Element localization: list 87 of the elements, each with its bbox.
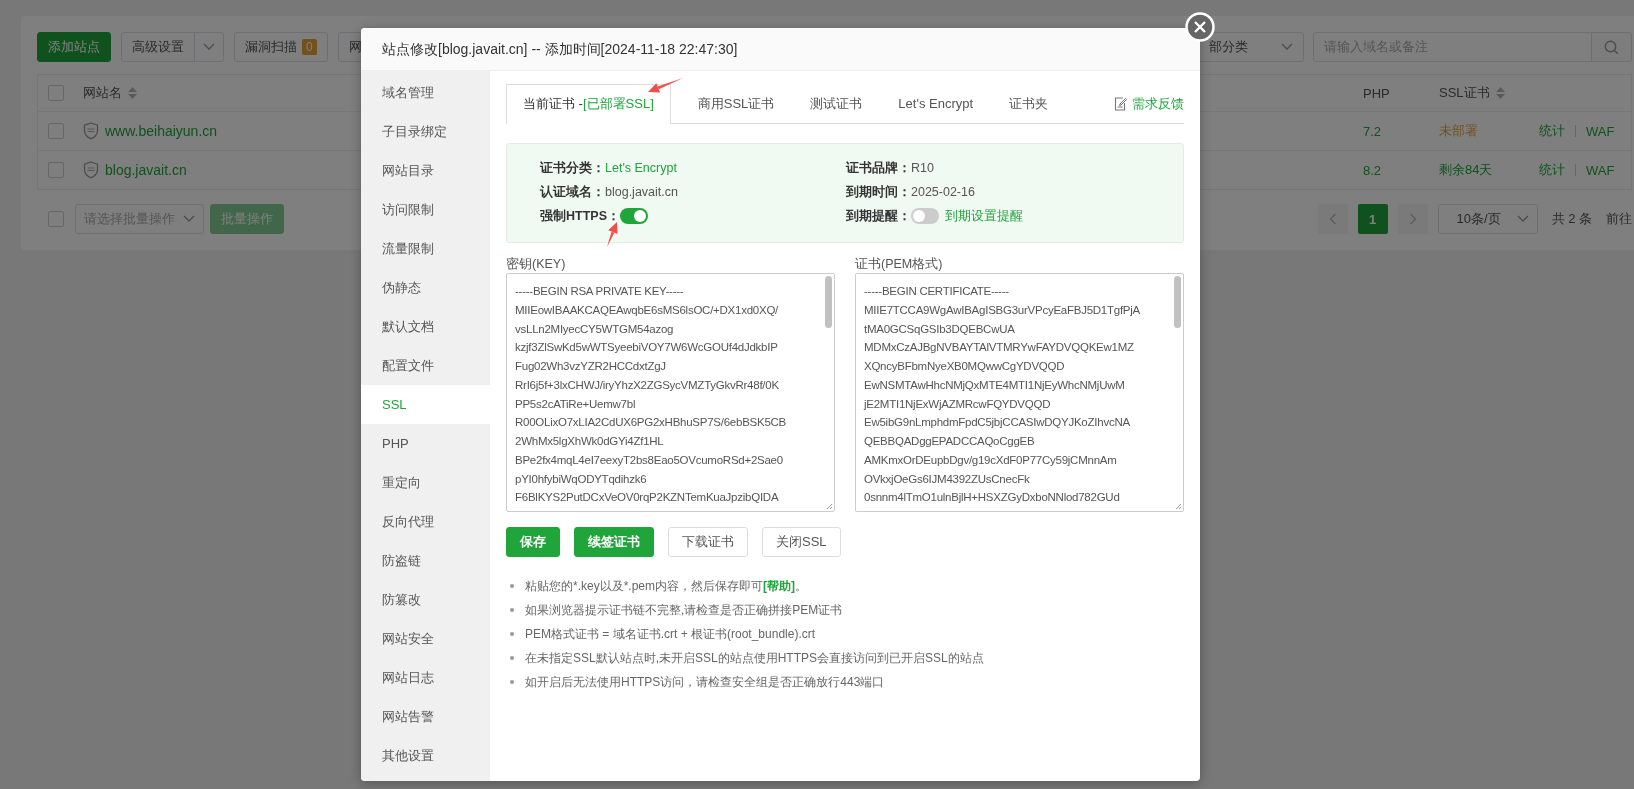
field-label: 认证域名： — [540, 183, 605, 201]
feedback-link[interactable]: 需求反馈 — [1114, 95, 1184, 113]
sidebar-item[interactable]: SSL — [361, 385, 490, 424]
resize-grip-icon[interactable] — [826, 503, 833, 510]
field-value: 2025-02-16 — [911, 185, 975, 199]
note-text: 粘贴您的*.key以及*.pem内容，然后保存即可[帮助]。 — [525, 578, 808, 595]
field-label: 到期提醒： — [846, 207, 911, 225]
tab[interactable]: 当前证书 -[已部署SSL] — [506, 84, 671, 124]
toggle-switch[interactable] — [911, 208, 939, 224]
bullet-icon — [510, 608, 514, 612]
note-text: 如开启后无法使用HTTPS访问，请检查安全组是否正确放行443端口 — [525, 674, 885, 691]
tab[interactable]: 商用SSL证书 — [684, 84, 788, 123]
certificate-field[interactable]: -----BEGIN CERTIFICATE----- MIIE7TCCA9WgAwIBAgISBG3urVPcyEaFBJ5D1TgfPjA tMA0GCSqGSIb3DQEBCwUA MDMxCzAJBgNVBAYTAlVTMRYwFAYDVQQKEw1MZ XQncyBFbmNyeXB0MQwwCgYDVQQD EwNSMTAwHhcNMjQxMTE4MTI1NjEyWhcNMjUwM jE2MTI1NjExWjAZMRcwFQYDVQQD Ew5ibG9nLmphdmFpdC5jbjCCASIwDQYJKoZIhvcNA QEBBQADggEPADCCAQoCggEB AMKmxOrDEupbDgv/g19cXdF0P77Cy59jCMnnAm OVkxjOeGs6IJM4392ZUsCnecFk 0snnm4lTmO1ulnBjlH+HSXZGyDxboNNlod782GUd — [855, 273, 1184, 512]
shield-icon — [83, 161, 99, 179]
field-label: 证书品牌： — [846, 159, 911, 177]
shield-icon — [83, 122, 99, 140]
bullet-icon — [510, 632, 514, 636]
key-field[interactable]: -----BEGIN RSA PRIVATE KEY----- MIIEowIBAAKCAQEAwqbE6sMS6lsOC/+DX1xd0XQ/ vsLLn2MIyecCY5WTGM54azog kzjf3ZlSwKd5wWTSyeebiVOY7W6WcGOUf4dJdkbIP Fug02Wh3vzYZR2HCCdxtZgJ RrI6j5f+3lxCHWJ/iryYhzX2ZGSycVMZTyGkvRr48f/0K PP5s2cATiRe+Uemw7bl R00OLixO7xLIA2CdUX6PG2xHBhuSP7S/6ebBSK5CB 2WhMx5lgXhWk0dGYi4Zf1HL BPe2fx4mqL4eI7eexyT2bs8Eao5OVcumoRSd+2Sae0 pYI0hfybiWqODYTqdihzk6 F6BlKYS2PutDCxVeOV0rqP2KZNTemKuaJpzibQIDA — [506, 273, 835, 512]
scrollbar-thumb[interactable] — [825, 276, 832, 328]
sidebar-item[interactable]: 子目录绑定 — [361, 112, 490, 151]
page-size-select[interactable]: 10条/页 — [1437, 204, 1538, 234]
chevron-down-icon — [1516, 215, 1529, 223]
field-value: Let's Encrypt — [605, 161, 677, 175]
toggle-switch[interactable] — [620, 208, 648, 224]
bullet-icon — [510, 584, 514, 588]
action-button[interactable]: 关闭SSL — [762, 527, 841, 557]
checkbox[interactable] — [48, 123, 64, 139]
bullet-icon — [510, 656, 514, 660]
sidebar-item[interactable]: 配置文件 — [361, 346, 490, 385]
sidebar-item[interactable]: 网站目录 — [361, 151, 490, 190]
annotation-arrow — [648, 78, 683, 93]
sidebar-item[interactable]: 其他设置 — [361, 736, 490, 775]
settings-button[interactable]: 高级设置 — [121, 32, 195, 62]
sidebar-item[interactable]: 访问限制 — [361, 190, 490, 229]
sidebar-item[interactable]: 网站日志 — [361, 658, 490, 697]
search-button[interactable] — [1592, 32, 1632, 62]
chevron-right-icon — [1408, 213, 1417, 225]
tab[interactable]: 测试证书 — [797, 84, 876, 123]
count-badge: 0 — [302, 39, 317, 55]
chevron-left-icon — [1328, 213, 1337, 225]
action-button[interactable]: 下载证书 — [668, 527, 748, 557]
column-header: SSL证书 — [1439, 84, 1490, 102]
sidebar-item[interactable]: 反向代理 — [361, 502, 490, 541]
tab[interactable]: Let's Encrypt — [885, 84, 987, 123]
edit-icon — [1114, 97, 1127, 111]
modal-title: 站点修改[blog.javait.cn] -- 添加时间[2024-11-18 22:47:30] — [361, 28, 1200, 71]
field-label: 密钥(KEY) — [506, 256, 567, 273]
chevron-down-icon — [1281, 43, 1293, 51]
field-label: 证书(PEM格式) — [855, 256, 944, 273]
scan-button[interactable]: 漏洞扫描 0 — [234, 32, 328, 62]
sidebar-item[interactable]: 网站安全 — [361, 619, 490, 658]
column-header: PHP — [1363, 85, 1390, 101]
annotation-arrow — [607, 222, 618, 247]
column-header: 网站名 — [83, 84, 122, 102]
note-text: PEM格式证书 = 域名证书.crt + 根证书(root_bundle).crt — [525, 626, 816, 643]
prev-page-button[interactable] — [1317, 204, 1348, 234]
total-count: 共 2 条 — [1551, 210, 1592, 228]
field-label: 强制HTTPS： — [540, 207, 620, 225]
checkbox[interactable] — [48, 211, 64, 227]
sidebar-item[interactable]: 重定向 — [361, 463, 490, 502]
field-value: blog.javait.cn — [605, 185, 678, 199]
sidebar-item[interactable]: 伪静态 — [361, 268, 490, 307]
resize-grip-icon[interactable] — [1175, 503, 1182, 510]
goto-label: 前往 — [1606, 210, 1632, 228]
dropdown-button[interactable] — [195, 32, 224, 62]
close-icon[interactable] — [1185, 12, 1215, 42]
checkbox[interactable] — [48, 162, 64, 178]
note-text: 在未指定SSL默认站点时,未开启SSL的站点使用HTTPS会直接访问到已开启SSL的站点 — [525, 650, 984, 667]
note-text: 如果浏览器提示证书链不完整,请检查是否正确拼接PEM证书 — [525, 602, 843, 619]
tab[interactable]: 证书夹 — [996, 84, 1062, 123]
sidebar-item[interactable]: 默认文档 — [361, 307, 490, 346]
sidebar-item[interactable]: 域名管理 — [361, 73, 490, 112]
sidebar-item[interactable]: 防篡改 — [361, 580, 490, 619]
field-label: 到期时间： — [846, 183, 911, 201]
search-icon — [1604, 39, 1619, 55]
chevron-down-icon — [203, 43, 215, 51]
field-value: R10 — [911, 161, 934, 175]
chevron-down-icon — [183, 215, 195, 223]
checkbox[interactable] — [48, 85, 64, 101]
next-page-button[interactable] — [1397, 204, 1428, 234]
field-label: 证书分类： — [540, 159, 605, 177]
sidebar-item[interactable]: 网站告警 — [361, 697, 490, 736]
bullet-icon — [510, 680, 514, 684]
scrollbar-thumb[interactable] — [1174, 276, 1181, 328]
sidebar-item[interactable]: 流量限制 — [361, 229, 490, 268]
sidebar-item[interactable]: 防盗链 — [361, 541, 490, 580]
sidebar-item[interactable]: PHP — [361, 424, 490, 463]
